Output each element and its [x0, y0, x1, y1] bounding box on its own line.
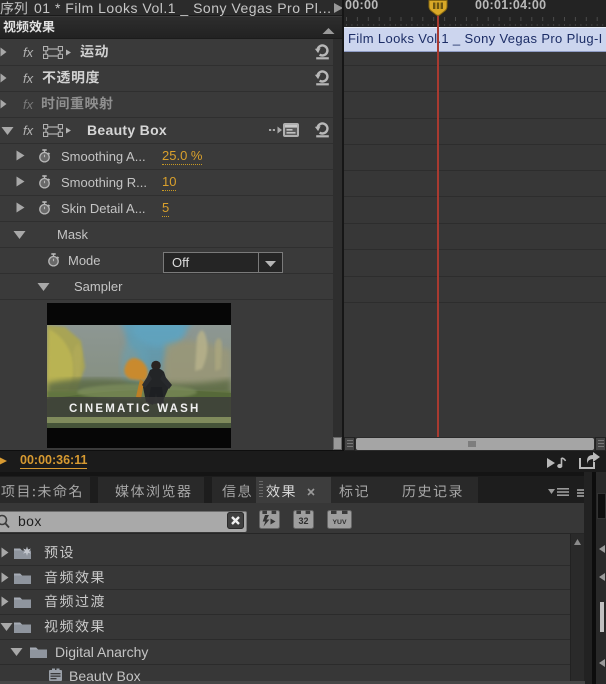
svg-text:YUV: YUV	[333, 519, 347, 526]
svg-text:32: 32	[298, 516, 308, 526]
svg-text:CINEMATIC WASH: CINEMATIC WASH	[69, 403, 201, 415]
